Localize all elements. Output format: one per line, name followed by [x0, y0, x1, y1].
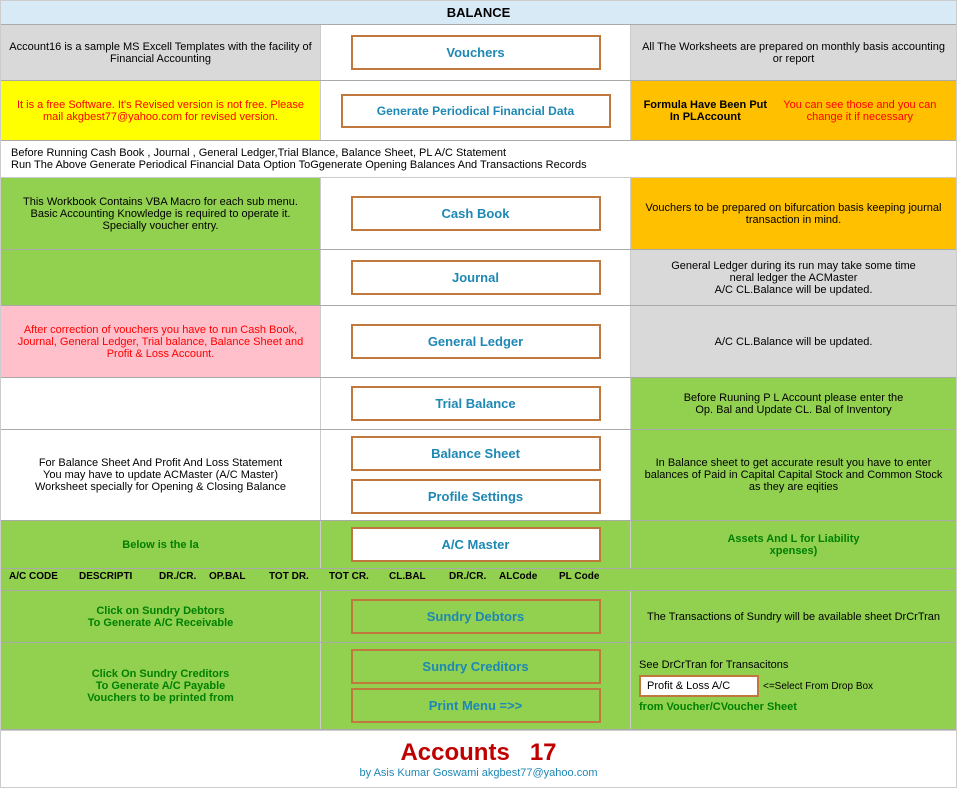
- col-opbal: OP.BAL: [209, 571, 269, 588]
- gl-left-text: After correction of vouchers you have to…: [1, 306, 321, 377]
- journal-right-text: General Ledger during its run may take s…: [631, 250, 956, 305]
- generate-button-container: Generate Periodical Financial Data: [321, 81, 631, 140]
- gl-right-text: A/C CL.Balance will be updated.: [631, 306, 956, 377]
- tb-button[interactable]: Trial Balance: [351, 386, 601, 421]
- acmaster-header-left: Below is the la: [1, 521, 321, 568]
- pl-row: <=Select From Drop Box: [639, 675, 873, 697]
- journal-button[interactable]: Journal: [351, 260, 601, 295]
- sc-left-text: Click On Sundry Creditors To Generate A/…: [1, 643, 321, 729]
- gl-button-container: General Ledger: [321, 306, 631, 377]
- footer-sub: by Asis Kumar Goswami akgbest77@yahoo.co…: [9, 767, 948, 779]
- sd-left-text: Click on Sundry Debtors To Generate A/C …: [1, 591, 321, 642]
- sc-pm-container: Sundry Creditors Print Menu =>>: [321, 643, 631, 729]
- bs-ps-container: Balance Sheet Profile Settings: [321, 430, 631, 520]
- sc-button[interactable]: Sundry Creditors: [351, 649, 601, 684]
- balance-header: BALANCE: [1, 1, 956, 25]
- select-text: <=Select From Drop Box: [763, 681, 873, 692]
- sd-button[interactable]: Sundry Debtors: [351, 599, 601, 634]
- cashbook-button[interactable]: Cash Book: [351, 196, 601, 231]
- tb-left: [1, 378, 321, 429]
- col-descripti: DESCRIPTI: [79, 571, 159, 588]
- col-totcr: TOT CR.: [329, 571, 389, 588]
- acmaster-button[interactable]: A/C Master: [351, 527, 601, 562]
- acmaster-header-right: Assets And L for Liability xpenses): [631, 521, 956, 568]
- balance-label: BALANCE: [447, 5, 511, 20]
- col-accode: A/C CODE: [9, 571, 79, 588]
- col-totdr: TOT DR.: [269, 571, 329, 588]
- gl-button[interactable]: General Ledger: [351, 324, 601, 359]
- acmaster-columns: A/C CODE DESCRIPTI DR./CR. OP.BAL TOT DR…: [1, 571, 956, 588]
- info-row: Before Running Cash Book , Journal , Gen…: [1, 141, 956, 178]
- vouchers-button[interactable]: Vouchers: [351, 35, 601, 70]
- pl-input[interactable]: [639, 675, 759, 697]
- tb-right-text: Before Ruuning P L Account please enter …: [631, 378, 956, 429]
- footer: Accounts 17 by Asis Kumar Goswami akgbes…: [1, 730, 956, 787]
- sd-button-container: Sundry Debtors: [321, 591, 631, 642]
- generate-left-text: It is a free Software. It's Revised vers…: [1, 81, 321, 140]
- col-alcode: ALCode: [499, 571, 559, 588]
- bs-left-text: For Balance Sheet And Profit And Loss St…: [1, 430, 321, 520]
- tb-button-container: Trial Balance: [321, 378, 631, 429]
- cashbook-left-text: This Workbook Contains VBA Macro for eac…: [1, 178, 321, 249]
- sd-right-text: The Transactions of Sundry will be avail…: [631, 591, 956, 642]
- journal-left: [1, 250, 321, 305]
- col-clbal: CL.BAL: [389, 571, 449, 588]
- footer-title: Accounts 17: [9, 739, 948, 767]
- pm-button[interactable]: Print Menu =>>: [351, 688, 601, 723]
- generate-button[interactable]: Generate Periodical Financial Data: [341, 94, 611, 128]
- acmaster-button-container: A/C Master: [321, 521, 631, 568]
- cashbook-button-container: Cash Book: [321, 178, 631, 249]
- bs-button[interactable]: Balance Sheet: [351, 436, 601, 471]
- cashbook-right-text: Vouchers to be prepared on bifurcation b…: [631, 178, 956, 249]
- vouchers-left-text: Account16 is a sample MS Excell Template…: [1, 25, 321, 80]
- ps-button[interactable]: Profile Settings: [351, 479, 601, 514]
- bs-right-text: In Balance sheet to get accurate result …: [631, 430, 956, 520]
- sc-right-text: See DrCrTran for Transacitons <=Select F…: [631, 643, 956, 729]
- col-drcr2: DR./CR.: [449, 571, 499, 588]
- vouchers-button-container: Vouchers: [321, 25, 631, 80]
- journal-button-container: Journal: [321, 250, 631, 305]
- col-plcode: PL Code: [559, 571, 619, 588]
- vouchers-right-text: All The Worksheets are prepared on month…: [631, 25, 956, 80]
- col-drcr: DR./CR.: [159, 571, 209, 588]
- generate-right-text: Formula Have Been Put In PLAccount You c…: [631, 81, 956, 140]
